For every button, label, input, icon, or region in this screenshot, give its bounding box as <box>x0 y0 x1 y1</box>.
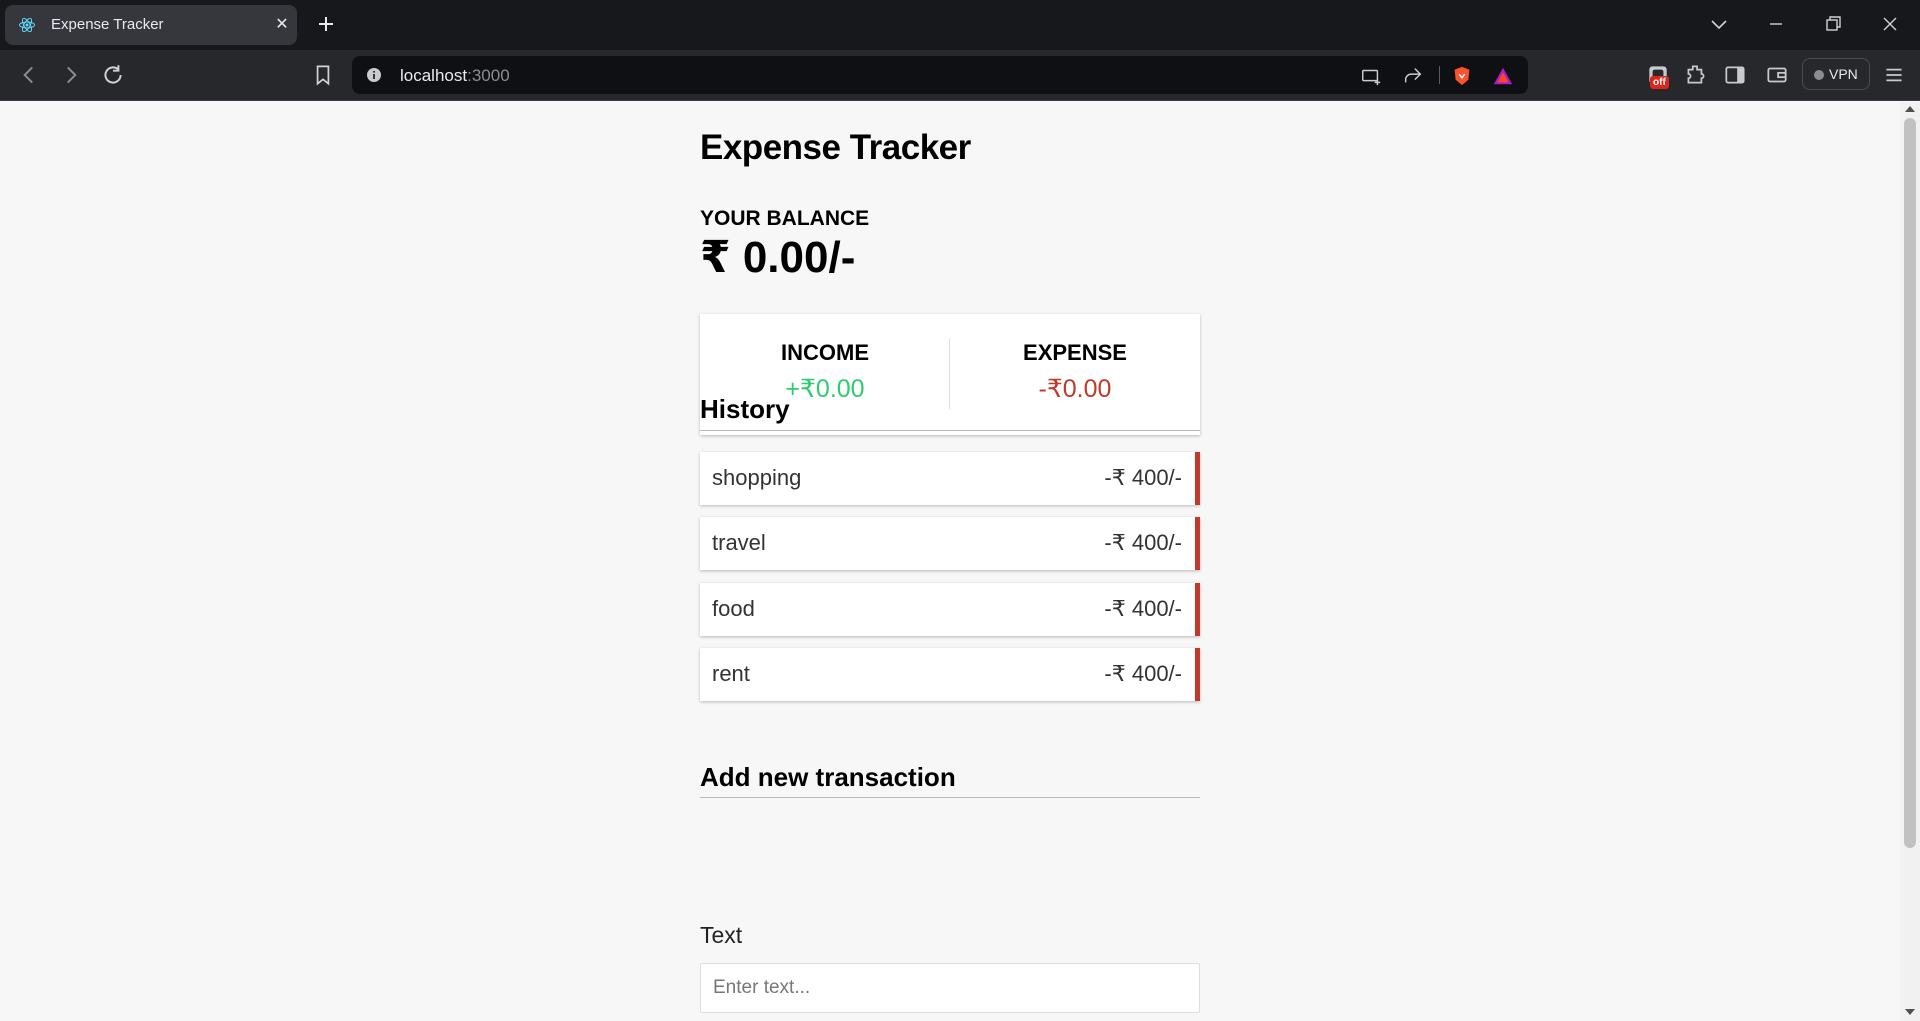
balance-value: ₹ 0.00/- <box>700 233 856 282</box>
browser-tab[interactable]: Expense Tracker ✕ <box>5 5 297 45</box>
brave-shields-icon[interactable] <box>1451 65 1473 87</box>
vpn-status-icon <box>1814 70 1824 80</box>
transaction-item[interactable]: food -₹ 400/- <box>700 583 1200 636</box>
text-field-label: Text <box>700 922 743 948</box>
menu-icon[interactable] <box>1881 62 1907 88</box>
extension-off-badge: off <box>1650 76 1669 89</box>
reload-icon[interactable] <box>100 62 126 88</box>
expense-value: -₹0.00 <box>1038 375 1112 403</box>
cast-icon[interactable] <box>1360 65 1382 87</box>
expense-label: EXPENSE <box>1023 340 1127 365</box>
income-label: INCOME <box>781 340 869 365</box>
share-icon[interactable] <box>1402 65 1424 87</box>
transaction-item[interactable]: rent -₹ 400/- <box>700 648 1200 701</box>
site-info-icon[interactable] <box>366 67 382 83</box>
scrollbar-thumb[interactable] <box>1904 118 1916 848</box>
address-bar-separator <box>1439 66 1440 84</box>
transaction-amount: -₹ 400/- <box>1104 465 1182 490</box>
url-port: :3000 <box>467 66 510 85</box>
add-transaction-heading: Add new transaction <box>700 762 956 792</box>
page-title: Expense Tracker <box>700 128 971 167</box>
browser-toolbar: localhost:3000 off VPN <box>0 50 1920 101</box>
react-icon <box>19 17 35 33</box>
new-tab-icon[interactable] <box>314 12 338 36</box>
text-input[interactable] <box>700 963 1200 1013</box>
transaction-amount: -₹ 400/- <box>1104 661 1182 686</box>
vpn-label: VPN <box>1829 66 1858 82</box>
vpn-button[interactable]: VPN <box>1802 58 1870 90</box>
address-bar[interactable]: localhost:3000 <box>352 56 1528 94</box>
history-divider <box>700 430 1200 431</box>
browser-tab-bar: Expense Tracker ✕ <box>0 0 1920 50</box>
history-heading: History <box>700 394 790 424</box>
close-tab-icon[interactable]: ✕ <box>272 15 292 35</box>
close-window-icon[interactable] <box>1878 12 1902 36</box>
back-icon[interactable] <box>16 62 42 88</box>
balance-label: YOUR BALANCE <box>700 207 870 230</box>
transaction-item[interactable]: shopping -₹ 400/- <box>700 452 1200 505</box>
tab-search-chevron-icon[interactable] <box>1707 12 1731 36</box>
expense-panel: EXPENSE -₹0.00 <box>950 314 1200 435</box>
bookmark-icon[interactable] <box>310 62 336 88</box>
url-host: localhost <box>400 66 468 85</box>
scroll-up-icon[interactable] <box>1905 106 1915 112</box>
wallet-icon[interactable] <box>1764 62 1790 88</box>
restore-icon[interactable] <box>1821 12 1845 36</box>
transaction-item[interactable]: travel -₹ 400/- <box>700 517 1200 570</box>
page-scrollbar[interactable] <box>1900 102 1920 1021</box>
transaction-text: travel <box>712 530 766 555</box>
transaction-text: food <box>712 596 755 621</box>
add-transaction-divider <box>700 797 1200 798</box>
forward-icon[interactable] <box>58 62 84 88</box>
sidebar-toggle-icon[interactable] <box>1722 62 1748 88</box>
transaction-amount: -₹ 400/- <box>1104 530 1182 555</box>
brave-rewards-icon[interactable] <box>1492 65 1514 87</box>
transaction-text: rent <box>712 661 750 686</box>
url-text: localhost:3000 <box>400 66 510 86</box>
transaction-text: shopping <box>712 465 802 490</box>
scroll-down-icon[interactable] <box>1905 1009 1915 1015</box>
extensions-puzzle-icon[interactable] <box>1683 62 1709 88</box>
tab-title: Expense Tracker <box>51 16 164 33</box>
page-viewport: Expense Tracker YOUR BALANCE ₹ 0.00/- IN… <box>0 102 1900 1021</box>
minimize-icon[interactable] <box>1764 12 1788 36</box>
transaction-amount: -₹ 400/- <box>1104 596 1182 621</box>
